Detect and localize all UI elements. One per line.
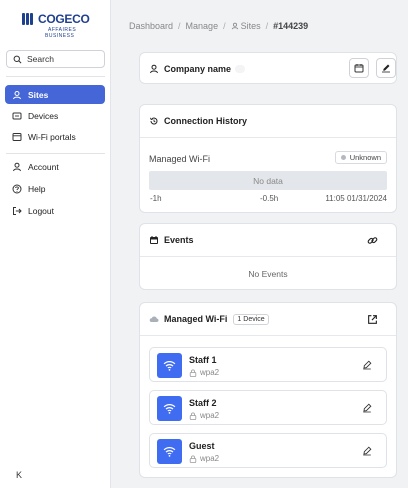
breadcrumb-sites[interactable]: Sites — [241, 21, 261, 31]
user-location-icon — [231, 22, 238, 30]
sidebar-item-wifi-portals[interactable]: Wi-Fi portals — [5, 127, 105, 146]
company-title: Company name — [149, 64, 246, 74]
sidebar-item-label: Devices — [28, 110, 59, 121]
search-label: Search — [27, 54, 54, 64]
sidebar-item-help[interactable]: Help — [5, 179, 105, 198]
lock-icon — [189, 412, 197, 420]
network-security: wpa2 — [189, 368, 219, 377]
edit-company-button[interactable] — [376, 58, 396, 78]
wifi-network-row[interactable]: Staff 1 wpa2 — [149, 347, 387, 382]
cloud-icon — [149, 316, 159, 322]
timeline-tick: 11:05 01/31/2024 — [325, 194, 387, 203]
connection-timeline: No data — [149, 171, 387, 190]
edit-icon — [382, 64, 390, 73]
card-divider — [140, 137, 396, 138]
edit-icon[interactable] — [362, 360, 372, 370]
search-button[interactable]: Search — [6, 50, 105, 68]
logout-icon — [13, 206, 22, 215]
sidebar-item-label: Account — [28, 161, 59, 172]
sidebar-item-label: Help — [28, 183, 46, 194]
sidebar-item-sites[interactable]: Sites — [5, 85, 105, 104]
lock-icon — [189, 455, 197, 463]
company-card: Company name — [139, 52, 397, 84]
breadcrumb-separator: / — [178, 21, 181, 31]
sidebar: COGECO AFFAIRES BUSINESS Search Sites De… — [0, 0, 111, 488]
logo-wordmark: COGECO — [38, 12, 90, 26]
wifi-network-row[interactable]: Staff 2 wpa2 — [149, 390, 387, 425]
edit-icon[interactable] — [362, 446, 372, 456]
sidebar-divider — [6, 76, 105, 77]
connection-history-card: Connection History Managed Wi-Fi Unknown… — [139, 104, 397, 213]
network-name: Staff 2 — [189, 398, 217, 408]
sidebar-divider — [6, 153, 105, 154]
managed-wifi-label: Managed Wi-Fi — [149, 154, 211, 164]
sidebar-item-label: Wi-Fi portals — [28, 131, 76, 142]
no-events-text: No Events — [248, 269, 288, 279]
managed-wifi-card: Managed Wi-Fi 1 Device Staff 1 wpa2 Staf… — [139, 302, 397, 478]
edit-icon[interactable] — [362, 403, 372, 413]
sidebar-item-label: Sites — [28, 89, 49, 100]
wifi-icon — [157, 396, 182, 421]
wifi-network-row[interactable]: Guest wpa2 — [149, 433, 387, 468]
link-icon[interactable] — [367, 235, 378, 246]
sidebar-item-devices[interactable]: Devices — [5, 106, 105, 125]
help-icon — [12, 184, 22, 193]
user-icon — [150, 64, 158, 74]
network-name: Staff 1 — [189, 355, 217, 365]
wifi-icon — [157, 353, 182, 378]
sidebar-item-label: Logout — [28, 205, 54, 216]
collapse-sidebar-button[interactable]: K — [16, 470, 22, 480]
calendar-button[interactable] — [349, 58, 369, 78]
external-link-icon[interactable] — [367, 314, 378, 325]
connection-history-label: Connection History — [164, 116, 248, 126]
breadcrumb-current: #144239 — [273, 21, 309, 31]
company-name-placeholder — [235, 65, 246, 73]
network-security-label: wpa2 — [200, 411, 220, 420]
network-name: Guest — [189, 441, 215, 451]
network-security: wpa2 — [189, 411, 219, 420]
breadcrumb-dashboard[interactable]: Dashboard — [129, 21, 173, 31]
portal-icon — [12, 132, 22, 141]
lock-icon — [189, 369, 197, 377]
status-badge: Unknown — [334, 151, 387, 164]
cogeco-logo[interactable]: COGECO AFFAIRES BUSINESS — [22, 12, 90, 40]
card-divider — [140, 335, 396, 336]
breadcrumb-separator: / — [265, 21, 269, 31]
events-label: Events — [164, 235, 194, 245]
logo-subtitle-2: BUSINESS — [45, 33, 75, 39]
company-name: Company name — [164, 64, 232, 74]
history-icon — [150, 117, 158, 125]
breadcrumb-separator: / — [223, 21, 226, 31]
managed-wifi-label: Managed Wi-Fi — [164, 314, 228, 324]
calendar-icon — [150, 236, 158, 244]
logo-mark-icon — [22, 13, 36, 25]
events-card: Events No Events — [139, 223, 397, 290]
status-text: Unknown — [349, 153, 381, 162]
user-icon — [13, 162, 21, 171]
network-security: wpa2 — [189, 454, 219, 463]
status-dot-icon — [340, 155, 346, 160]
breadcrumb-manage[interactable]: Manage — [186, 21, 219, 31]
sidebar-item-account[interactable]: Account — [5, 157, 105, 176]
search-icon — [13, 55, 22, 63]
timeline-tick: -0.5h — [260, 194, 279, 203]
user-location-icon — [13, 90, 21, 99]
no-data-text: No data — [253, 175, 283, 186]
managed-wifi-title: Managed Wi-Fi 1 Device — [149, 313, 269, 325]
timeline-tick: -1h — [150, 194, 162, 203]
card-divider — [140, 256, 396, 257]
sidebar-item-logout[interactable]: Logout — [5, 201, 105, 220]
device-icon — [12, 112, 22, 119]
breadcrumb: Dashboard / Manage / Sites / #144239 — [129, 21, 308, 31]
wifi-icon — [157, 439, 182, 464]
events-title: Events — [149, 235, 194, 245]
network-security-label: wpa2 — [200, 368, 220, 377]
calendar-icon — [354, 64, 364, 73]
connection-history-title: Connection History — [149, 116, 247, 126]
device-count-badge: 1 Device — [233, 313, 269, 325]
network-security-label: wpa2 — [200, 454, 220, 463]
